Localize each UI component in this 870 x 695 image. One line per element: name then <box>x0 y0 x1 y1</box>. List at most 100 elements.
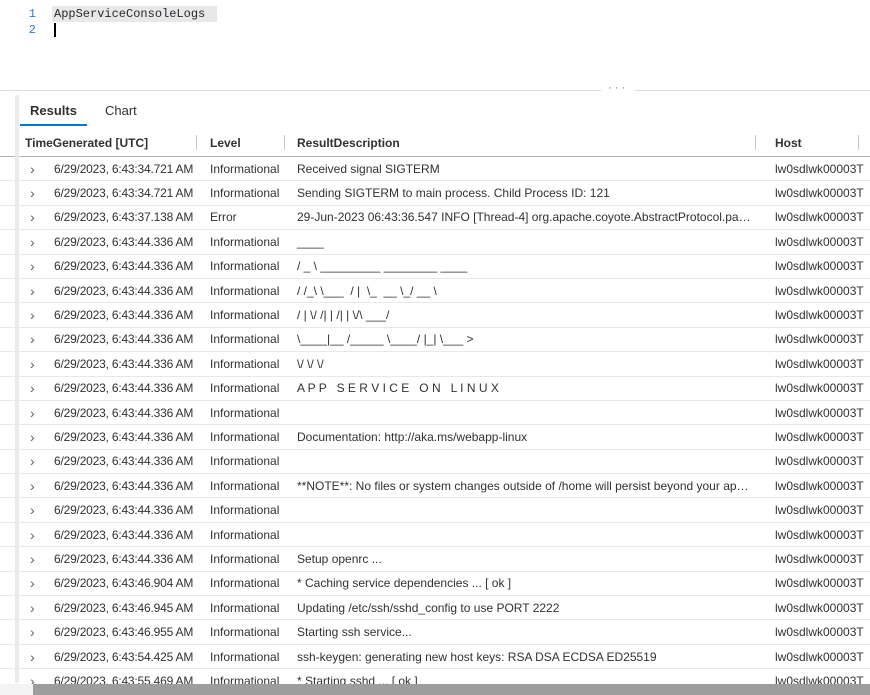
table-body: › 6/29/2023, 6:43:34.721 AM Informationa… <box>0 157 870 695</box>
row-timegenerated: 6/29/2023, 6:43:44.336 AM <box>54 528 193 542</box>
row-host: lw0sdlwk00003T <box>755 625 870 639</box>
row-host: lw0sdlwk00003T <box>755 357 870 371</box>
table-row[interactable]: › 6/29/2023, 6:43:46.904 AM Informationa… <box>0 572 870 596</box>
row-host: lw0sdlwk00003T <box>755 284 870 298</box>
column-header-level[interactable]: Level <box>196 129 284 156</box>
row-expand-chevron-icon[interactable]: › <box>30 163 42 175</box>
column-header-end-spacer <box>858 129 870 156</box>
row-host: lw0sdlwk00003T <box>755 430 870 444</box>
row-expand-chevron-icon[interactable]: › <box>30 260 42 272</box>
column-header-timegenerated[interactable]: TimeGenerated [UTC] <box>0 129 196 156</box>
row-host: lw0sdlwk00003T <box>755 381 870 395</box>
table-row[interactable]: › 6/29/2023, 6:43:44.336 AM Informationa… <box>0 303 870 327</box>
row-host: lw0sdlwk00003T <box>755 576 870 590</box>
row-first-cell: › 6/29/2023, 6:43:44.336 AM <box>0 357 196 371</box>
table-row[interactable]: › 6/29/2023, 6:43:44.336 AM Informationa… <box>0 450 870 474</box>
horizontal-scrollbar-thumb[interactable] <box>33 684 870 695</box>
row-first-cell: › 6/29/2023, 6:43:44.336 AM <box>0 503 196 517</box>
row-expand-chevron-icon[interactable]: › <box>30 431 42 443</box>
table-row[interactable]: › 6/29/2023, 6:43:54.425 AM Informationa… <box>0 645 870 669</box>
row-resultdescription: Starting ssh service... <box>284 625 755 639</box>
row-expand-chevron-icon[interactable]: › <box>30 358 42 370</box>
row-expand-chevron-icon[interactable]: › <box>30 455 42 467</box>
row-expand-chevron-icon[interactable]: › <box>30 577 42 589</box>
query-editor[interactable]: 1 AppServiceConsoleLogs 2 <box>0 0 870 90</box>
row-expand-chevron-icon[interactable]: › <box>30 407 42 419</box>
row-expand-chevron-icon[interactable]: › <box>30 553 42 565</box>
row-resultdescription: Setup openrc ... <box>284 552 755 566</box>
row-resultdescription: Updating /etc/ssh/sshd_config to use POR… <box>284 601 755 615</box>
column-header-resultdescription[interactable]: ResultDescription <box>284 129 755 156</box>
row-level: Informational <box>196 576 284 590</box>
editor-line-1: 1 AppServiceConsoleLogs <box>0 6 870 22</box>
row-expand-chevron-icon[interactable]: › <box>30 504 42 516</box>
row-first-cell: › 6/29/2023, 6:43:44.336 AM <box>0 528 196 542</box>
row-resultdescription: Sending SIGTERM to main process. Child P… <box>284 186 755 200</box>
row-expand-chevron-icon[interactable]: › <box>30 651 42 663</box>
table-row[interactable]: › 6/29/2023, 6:43:44.336 AM Informationa… <box>0 523 870 547</box>
row-level: Informational <box>196 357 284 371</box>
row-host: lw0sdlwk00003T <box>755 528 870 542</box>
row-expand-chevron-icon[interactable]: › <box>30 211 42 223</box>
row-timegenerated: 6/29/2023, 6:43:46.904 AM <box>54 576 193 590</box>
column-divider <box>755 135 756 150</box>
row-resultdescription: ____ <box>284 235 755 249</box>
column-divider <box>858 135 859 150</box>
row-level: Informational <box>196 308 284 322</box>
row-expand-chevron-icon[interactable]: › <box>30 626 42 638</box>
pane-splitter[interactable]: ··· <box>0 90 870 91</box>
row-resultdescription: \/ \/ \/ <box>284 357 755 371</box>
row-timegenerated: 6/29/2023, 6:43:44.336 AM <box>54 284 193 298</box>
row-level: Informational <box>196 430 284 444</box>
row-level: Informational <box>196 235 284 249</box>
row-expand-chevron-icon[interactable]: › <box>30 480 42 492</box>
table-row[interactable]: › 6/29/2023, 6:43:44.336 AM Informationa… <box>0 547 870 571</box>
row-level: Informational <box>196 162 284 176</box>
table-row[interactable]: › 6/29/2023, 6:43:44.336 AM Informationa… <box>0 352 870 376</box>
row-first-cell: › 6/29/2023, 6:43:44.336 AM <box>0 284 196 298</box>
table-row[interactable]: › 6/29/2023, 6:43:44.336 AM Informationa… <box>0 328 870 352</box>
horizontal-scrollbar-track[interactable] <box>0 684 870 695</box>
table-row[interactable]: › 6/29/2023, 6:43:37.138 AM Error 29-Jun… <box>0 206 870 230</box>
row-level: Informational <box>196 186 284 200</box>
row-expand-chevron-icon[interactable]: › <box>30 333 42 345</box>
table-row[interactable]: › 6/29/2023, 6:43:46.955 AM Informationa… <box>0 620 870 644</box>
table-row[interactable]: › 6/29/2023, 6:43:44.336 AM Informationa… <box>0 279 870 303</box>
row-expand-chevron-icon[interactable]: › <box>30 602 42 614</box>
row-expand-chevron-icon[interactable]: › <box>30 309 42 321</box>
row-host: lw0sdlwk00003T <box>755 235 870 249</box>
table-row[interactable]: › 6/29/2023, 6:43:44.336 AM Informationa… <box>0 230 870 254</box>
table-row[interactable]: › 6/29/2023, 6:43:46.945 AM Informationa… <box>0 596 870 620</box>
row-expand-chevron-icon[interactable]: › <box>30 382 42 394</box>
row-resultdescription: / /_\ \___ / | \_ __ \_/ __ \ <box>284 284 755 298</box>
table-row[interactable]: › 6/29/2023, 6:43:44.336 AM Informationa… <box>0 498 870 522</box>
table-row[interactable]: › 6/29/2023, 6:43:34.721 AM Informationa… <box>0 181 870 205</box>
row-first-cell: › 6/29/2023, 6:43:46.904 AM <box>0 576 196 590</box>
row-timegenerated: 6/29/2023, 6:43:44.336 AM <box>54 503 193 517</box>
table-row[interactable]: › 6/29/2023, 6:43:34.721 AM Informationa… <box>0 157 870 181</box>
table-header: TimeGenerated [UTC] Level ResultDescript… <box>0 129 870 157</box>
row-first-cell: › 6/29/2023, 6:43:44.336 AM <box>0 406 196 420</box>
row-host: lw0sdlwk00003T <box>755 650 870 664</box>
row-expand-chevron-icon[interactable]: › <box>30 285 42 297</box>
table-row[interactable]: › 6/29/2023, 6:43:44.336 AM Informationa… <box>0 255 870 279</box>
table-row[interactable]: › 6/29/2023, 6:43:44.336 AM Informationa… <box>0 401 870 425</box>
row-expand-chevron-icon[interactable]: › <box>30 236 42 248</box>
tab-results[interactable]: Results <box>20 98 87 126</box>
table-row[interactable]: › 6/29/2023, 6:43:44.336 AM Informationa… <box>0 425 870 449</box>
row-expand-chevron-icon[interactable]: › <box>30 187 42 199</box>
table-row[interactable]: › 6/29/2023, 6:43:44.336 AM Informationa… <box>0 377 870 401</box>
row-level: Informational <box>196 479 284 493</box>
results-tabbar: Results Chart <box>0 92 870 126</box>
row-level: Informational <box>196 406 284 420</box>
row-expand-chevron-icon[interactable]: › <box>30 529 42 541</box>
row-level: Informational <box>196 601 284 615</box>
table-row[interactable]: › 6/29/2023, 6:43:44.336 AM Informationa… <box>0 474 870 498</box>
column-header-host[interactable]: Host <box>755 129 858 156</box>
row-first-cell: › 6/29/2023, 6:43:44.336 AM <box>0 332 196 346</box>
row-first-cell: › 6/29/2023, 6:43:37.138 AM <box>0 210 196 224</box>
row-first-cell: › 6/29/2023, 6:43:34.721 AM <box>0 186 196 200</box>
tab-chart[interactable]: Chart <box>95 98 147 126</box>
vertical-scrollbar[interactable] <box>15 95 19 683</box>
row-timegenerated: 6/29/2023, 6:43:34.721 AM <box>54 162 193 176</box>
